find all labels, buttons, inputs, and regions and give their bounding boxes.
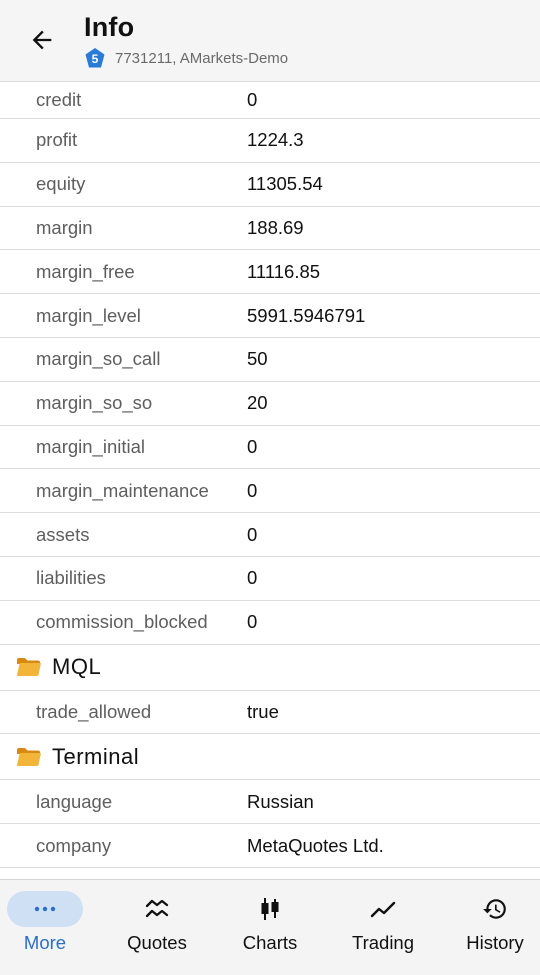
nav-charts[interactable]: Charts (220, 880, 320, 975)
info-value: 0 (247, 567, 258, 589)
nav-label: Quotes (127, 932, 187, 953)
nav-more[interactable]: More (0, 880, 95, 975)
back-button[interactable] (22, 22, 62, 58)
info-row-margin-so-call: margin_so_call 50 (0, 338, 540, 382)
info-row-credit: credit 0 (0, 82, 540, 119)
folder-icon (16, 656, 42, 678)
info-value: 0 (247, 89, 258, 110)
nav-trading[interactable]: Trading (333, 880, 433, 975)
info-value: MetaQuotes Ltd. (247, 834, 384, 856)
nav-label: Charts (242, 932, 298, 953)
history-clock-icon (483, 899, 506, 919)
info-list[interactable]: credit 0 profit 1224.3 equity 11305.54 m… (0, 82, 540, 879)
info-row-assets: assets 0 (0, 513, 540, 557)
info-value: Russian (247, 790, 314, 812)
info-key: margin_so_so (36, 392, 153, 414)
page-title: Info (84, 12, 135, 42)
section-title: MQL (52, 654, 102, 680)
nav-label: Trading (351, 932, 415, 953)
info-value: 5991.5946791 (247, 304, 366, 326)
info-key: company (36, 834, 112, 856)
info-value: 1224.3 (247, 129, 304, 151)
info-row-margin-so-so: margin_so_so 20 (0, 382, 540, 426)
section-header-mql: MQL (0, 645, 540, 691)
info-key: credit (36, 89, 82, 110)
info-value: 0 (247, 611, 258, 633)
section-title: Terminal (52, 743, 140, 769)
nav-quotes[interactable]: Quotes (107, 880, 207, 975)
info-value: 11305.54 (247, 173, 323, 195)
account-subtitle-row: 5 7731211, AMarkets-Demo (84, 47, 288, 69)
info-value: true (247, 700, 279, 722)
info-key: equity (36, 173, 86, 195)
info-key: language (36, 790, 113, 812)
info-value: 50 (247, 348, 268, 370)
app-header: Info 5 7731211, AMarkets-Demo (0, 0, 540, 82)
info-row-language: language Russian (0, 780, 540, 825)
info-key: profit (36, 129, 78, 151)
info-key: margin_level (36, 304, 141, 326)
info-key: margin (36, 216, 93, 238)
info-value: 0 (247, 479, 258, 501)
section-header-terminal: Terminal (0, 734, 540, 781)
info-row-trade-allowed: trade_allowed true (0, 691, 540, 735)
info-key: commission_blocked (36, 611, 208, 633)
info-row-liabilities: liabilities 0 (0, 557, 540, 601)
info-row-equity: equity 11305.54 (0, 163, 540, 207)
account-subtitle: 7731211, AMarkets-Demo (115, 49, 289, 67)
info-row-commission-blocked: commission_blocked 0 (0, 601, 540, 645)
badge-number: 5 (92, 52, 99, 66)
nav-label: More (23, 932, 67, 953)
info-row-margin-free: margin_free 11116.85 (0, 250, 540, 295)
info-key: margin_free (36, 260, 135, 282)
info-key: margin_initial (36, 435, 145, 457)
info-value: 0 (247, 435, 258, 457)
bottom-navigation: More Quotes Charts Trading History (0, 879, 540, 975)
candlestick-icon (261, 898, 279, 920)
info-key: assets (36, 523, 90, 545)
nav-history[interactable]: History (445, 880, 540, 975)
info-row-company: company MetaQuotes Ltd. (0, 824, 540, 868)
mt5-badge-icon: 5 (84, 47, 106, 69)
info-row-margin: margin 188.69 (0, 207, 540, 251)
folder-icon (16, 746, 42, 768)
quotes-icon (145, 899, 169, 918)
nav-more-pill (7, 891, 83, 927)
info-key: margin_maintenance (36, 479, 209, 501)
info-row-margin-initial: margin_initial 0 (0, 426, 540, 470)
nav-label: History (466, 932, 524, 953)
more-dots-icon (34, 906, 56, 912)
info-row-profit: profit 1224.3 (0, 119, 540, 163)
info-key: trade_allowed (36, 700, 152, 722)
info-value: 11116.85 (247, 260, 321, 282)
info-key: liabilities (36, 567, 106, 589)
info-key: margin_so_call (36, 348, 161, 370)
info-value: 188.69 (247, 216, 304, 238)
info-row-margin-maintenance: margin_maintenance 0 (0, 469, 540, 514)
back-arrow-icon (32, 30, 52, 50)
trend-line-icon (370, 901, 396, 918)
info-row-margin-level: margin_level 5991.5946791 (0, 294, 540, 338)
info-value: 20 (247, 392, 268, 414)
info-value: 0 (247, 523, 258, 545)
